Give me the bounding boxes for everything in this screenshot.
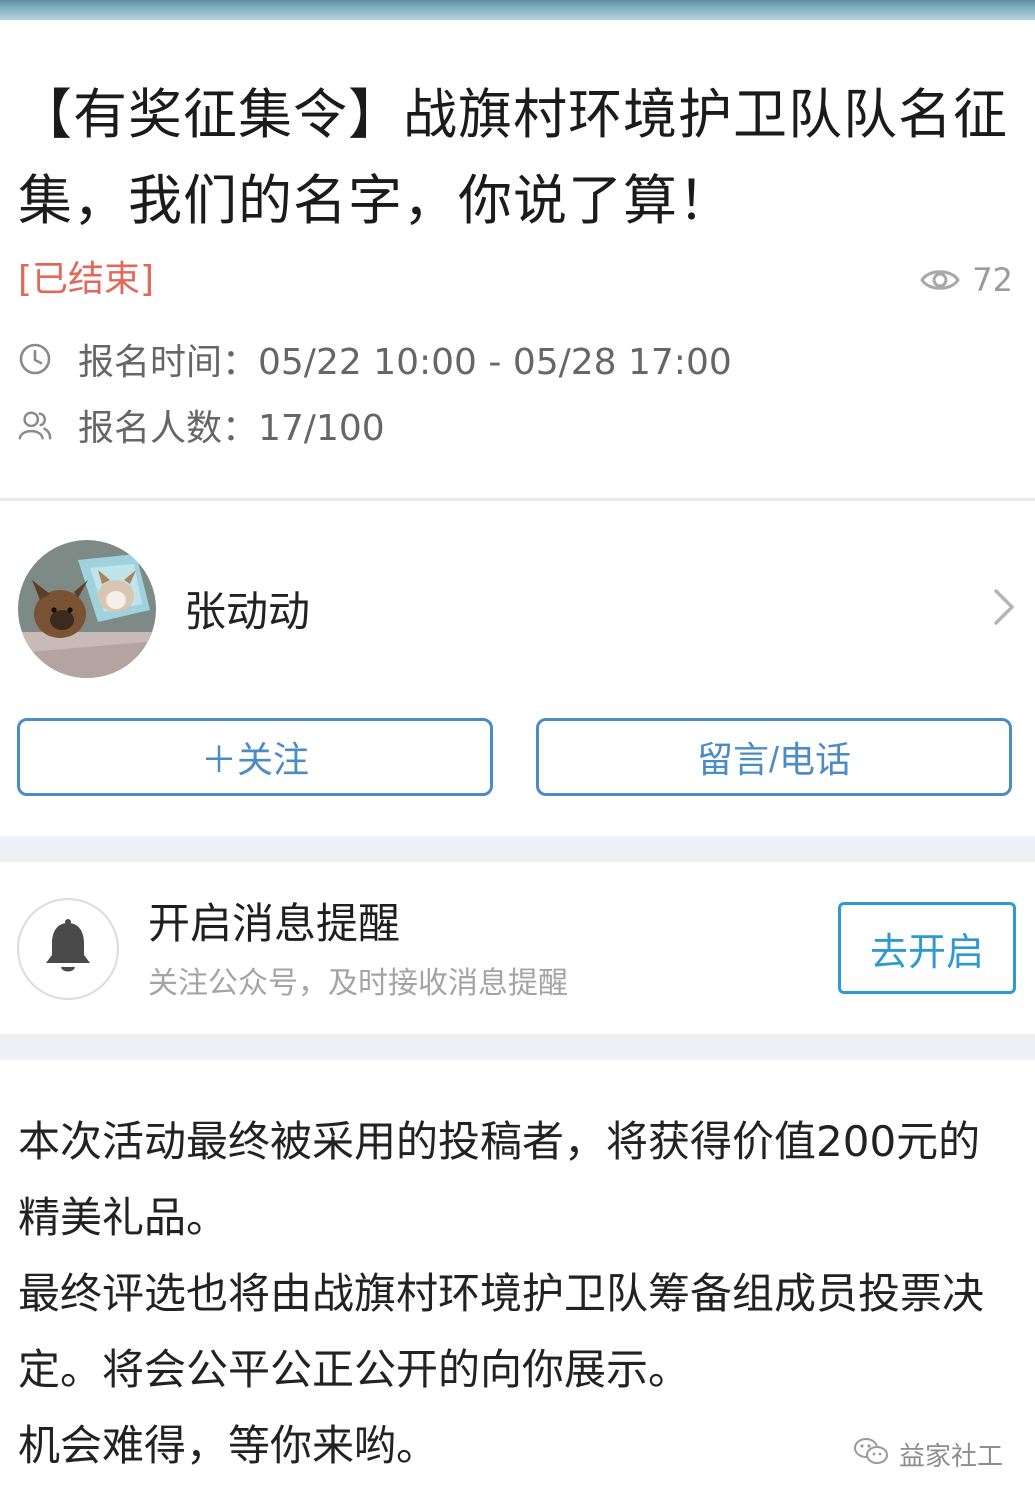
section-separator <box>0 836 1035 862</box>
page: 【有奖征集令】战旗村环境护卫队队名征集，我们的名字，你说了算！ [已结束] 72… <box>0 0 1035 1498</box>
message-phone-button[interactable]: 留言/电话 <box>536 718 1012 796</box>
people-icon <box>18 408 52 442</box>
view-count: 72 <box>920 258 1013 302</box>
eye-icon <box>920 266 961 294</box>
author-section: 张动动 ＋关注 留言/电话 <box>0 502 1035 836</box>
wechat-icon <box>853 1436 889 1473</box>
view-count-value: 72 <box>972 261 1013 299</box>
registration-count-text: 报名人数：17/100 <box>78 408 385 449</box>
bell-icon <box>43 919 93 979</box>
enable-notifications-button[interactable]: 去开启 <box>838 902 1016 994</box>
status-badge: [已结束] <box>18 259 155 300</box>
registration-time-text: 报名时间：05/22 10:00 - 05/28 17:00 <box>78 342 732 383</box>
notification-reminder: 开启消息提醒 关注公众号，及时接收消息提醒 去开启 <box>0 862 1035 1034</box>
follow-button[interactable]: ＋关注 <box>17 718 493 796</box>
notification-title: 开启消息提醒 <box>148 899 401 948</box>
event-title: 【有奖征集令】战旗村环境护卫队队名征集，我们的名字，你说了算！ <box>18 83 1008 232</box>
top-image-strip <box>0 0 1035 20</box>
description-paragraph: 最终评选也将由战旗村环境护卫队筹备组成员投票决定。将会公平公正公开的向你展示。 <box>18 1269 985 1394</box>
description-paragraph: 本次活动最终被采用的投稿者，将获得价值200元的精美礼品。 <box>18 1117 981 1242</box>
avatar[interactable] <box>18 540 156 678</box>
watermark-text: 益家社工 <box>898 1442 1003 1472</box>
author-name[interactable]: 张动动 <box>184 584 310 640</box>
watermark: 益家社工 <box>853 1436 1003 1473</box>
section-divider <box>0 498 1035 501</box>
clock-icon <box>18 342 52 376</box>
registration-time: 报名时间：05/22 10:00 - 05/28 17:00 <box>18 332 732 386</box>
registration-count: 报名人数：17/100 <box>18 398 385 452</box>
notification-subtitle: 关注公众号，及时接收消息提醒 <box>148 966 568 1001</box>
event-description: 本次活动最终被采用的投稿者，将获得价值200元的精美礼品。 最终评选也将由战旗村… <box>0 1060 1035 1498</box>
event-header: 【有奖征集令】战旗村环境护卫队队名征集，我们的名字，你说了算！ [已结束] 72… <box>0 20 1035 500</box>
chevron-right-icon[interactable] <box>993 588 1015 630</box>
bell-icon-container <box>17 898 119 1000</box>
section-separator <box>0 1034 1035 1060</box>
